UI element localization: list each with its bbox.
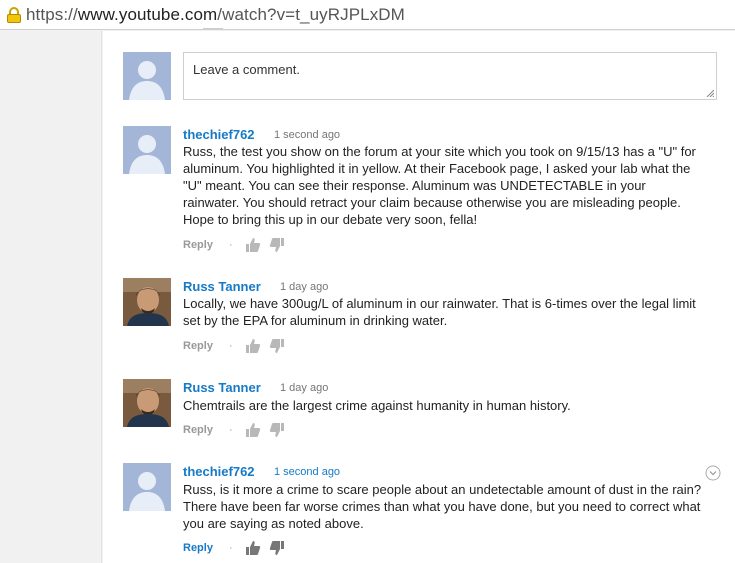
comment-text: Russ, is it more a crime to scare people… [183, 482, 702, 531]
comment-author[interactable]: thechief762 [183, 464, 255, 479]
thumbs-down-icon[interactable] [269, 237, 285, 253]
scroll-remnant [203, 23, 223, 29]
url-path: /watch?v=t_uyRJPLxDM [217, 4, 405, 24]
separator-dot: · [228, 424, 233, 436]
user-photo[interactable] [123, 278, 171, 326]
url-text[interactable]: https://www.youtube.com/watch?v=t_uyRJPL… [26, 5, 405, 25]
separator-dot: · [228, 340, 233, 352]
thumbs-up-icon[interactable] [245, 237, 261, 253]
url-host: www.youtube.com [77, 4, 218, 24]
comment-actions: Reply · [183, 422, 285, 438]
comment-time[interactable]: 1 day ago [280, 281, 328, 293]
comment-author[interactable]: Russ Tanner [183, 279, 261, 294]
comment-time[interactable]: 1 second ago [274, 129, 340, 141]
thumbs-up-icon[interactable] [245, 422, 261, 438]
comment-menu-icon[interactable] [705, 465, 721, 481]
separator-dot: · [228, 542, 233, 554]
comment-author[interactable]: thechief762 [183, 127, 255, 142]
comment-text: Locally, we have 300ug/L of aluminum in … [183, 296, 696, 328]
default-avatar[interactable] [123, 126, 171, 174]
comment-input[interactable]: Leave a comment. [183, 52, 717, 100]
reply-button[interactable]: Reply [183, 239, 213, 251]
thumbs-down-icon[interactable] [269, 422, 285, 438]
comment-text: Russ, the test you show on the forum at … [183, 144, 696, 227]
default-avatar [123, 52, 171, 100]
address-bar[interactable]: https://www.youtube.com/watch?v=t_uyRJPL… [0, 0, 735, 30]
url-protocol: https:// [26, 4, 78, 24]
comment-actions: Reply · [183, 338, 285, 354]
comment-actions: Reply · [183, 540, 285, 556]
reply-button[interactable]: Reply [183, 340, 213, 352]
thumbs-down-icon[interactable] [269, 540, 285, 556]
user-photo[interactable] [123, 379, 171, 427]
comment-time[interactable]: 1 second ago [274, 466, 340, 478]
comment-author[interactable]: Russ Tanner [183, 380, 261, 395]
default-avatar[interactable] [123, 463, 171, 511]
comment-placeholder: Leave a comment. [193, 62, 300, 77]
reply-button[interactable]: Reply [183, 542, 213, 554]
comment-time[interactable]: 1 day ago [280, 382, 328, 394]
reply-button[interactable]: Reply [183, 424, 213, 436]
resize-handle-icon[interactable] [706, 89, 714, 97]
thumbs-up-icon[interactable] [245, 338, 261, 354]
thumbs-up-icon[interactable] [245, 540, 261, 556]
lock-icon [7, 6, 21, 23]
left-gutter [0, 31, 102, 563]
page: Leave a comment. thechief762 1 second ag… [0, 28, 735, 563]
thumbs-down-icon[interactable] [269, 338, 285, 354]
comment-text: Chemtrails are the largest crime against… [183, 398, 571, 413]
separator-dot: · [228, 239, 233, 251]
comment-actions: Reply · [183, 237, 285, 253]
comments-section: Leave a comment. thechief762 1 second ag… [103, 28, 735, 563]
